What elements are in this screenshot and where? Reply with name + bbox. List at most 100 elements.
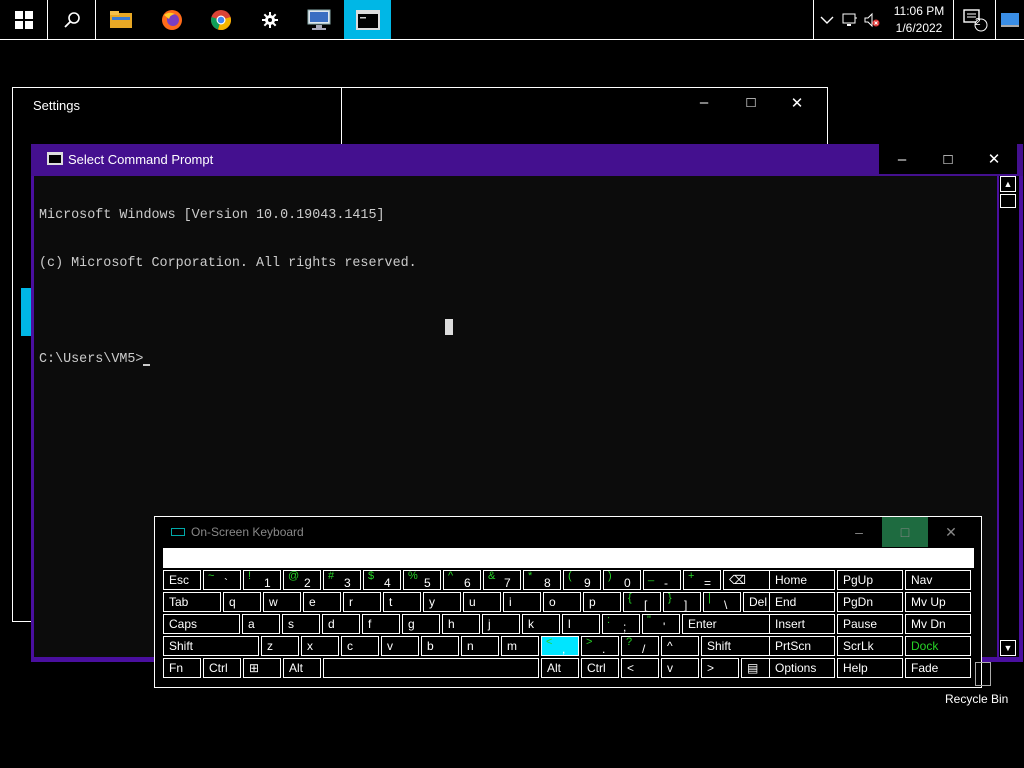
console-prompt-line[interactable]: C:\Users\VM5> <box>39 352 997 368</box>
osk-nav-key[interactable]: PrtScn <box>769 636 835 656</box>
osk-key[interactable]: i <box>503 592 541 612</box>
cmd-titlebar[interactable]: Select Command Prompt – □ ✕ <box>31 144 1023 176</box>
osk-key[interactable]: c <box>341 636 379 656</box>
osk-key[interactable]: y <box>423 592 461 612</box>
osk-nav-key[interactable]: Home <box>769 570 835 590</box>
osk-key[interactable]: l <box>562 614 600 634</box>
osk-key[interactable]: Shift <box>163 636 259 656</box>
osk-nav-key[interactable]: Options <box>769 658 835 678</box>
osk-nav-key[interactable]: Mv Dn <box>905 614 971 634</box>
osk-key[interactable]: n <box>461 636 499 656</box>
osk-key[interactable]: " ' <box>642 614 680 634</box>
osk-key[interactable]: {[ <box>623 592 661 612</box>
osk-key[interactable]: & 7 <box>483 570 521 590</box>
osk-key[interactable]: b <box>421 636 459 656</box>
osk-key[interactable]: z <box>261 636 299 656</box>
osk-key[interactable]: s <box>282 614 320 634</box>
osk-key[interactable]: ⊞ <box>243 658 281 678</box>
show-hidden-icons-button[interactable] <box>813 0 839 39</box>
osk-key[interactable]: Alt <box>541 658 579 678</box>
recycle-bin-icon[interactable] <box>975 662 991 686</box>
osk-minimize-button[interactable]: – <box>836 517 882 547</box>
chrome-button[interactable] <box>197 0 245 39</box>
osk-key[interactable]: ~ ` <box>203 570 241 590</box>
osk-nav-key[interactable]: Nav <box>905 570 971 590</box>
osk-key[interactable]: < <box>621 658 659 678</box>
osk-maximize-button[interactable]: □ <box>882 517 928 547</box>
on-screen-keyboard-window[interactable]: On-Screen Keyboard – □ ✕ Esc ~ `! 1 @2 #3 $4% 5… <box>154 516 982 688</box>
file-explorer-button[interactable] <box>97 0 145 39</box>
osk-nav-key[interactable]: End <box>769 592 835 612</box>
osk-key[interactable]: a <box>242 614 280 634</box>
osk-key[interactable]: v <box>381 636 419 656</box>
osk-nav-key[interactable]: Insert <box>769 614 835 634</box>
scroll-down-button[interactable]: ▼ <box>1000 640 1016 656</box>
osk-key[interactable]: ? / <box>621 636 659 656</box>
osk-nav-key[interactable]: PgUp <box>837 570 903 590</box>
osk-nav-key[interactable]: Dock <box>905 636 971 656</box>
osk-key[interactable] <box>323 658 539 678</box>
remote-desktop-button[interactable] <box>295 0 343 39</box>
osk-key[interactable]: }] <box>663 592 701 612</box>
osk-nav-key[interactable]: Pause <box>837 614 903 634</box>
volume-status[interactable] <box>861 0 883 39</box>
osk-key[interactable]: m <box>501 636 539 656</box>
osk-key[interactable]: >. <box>581 636 619 656</box>
osk-key[interactable]: t <box>383 592 421 612</box>
osk-nav-key[interactable]: ScrLk <box>837 636 903 656</box>
osk-close-button[interactable]: ✕ <box>928 517 974 547</box>
osk-key[interactable]: x <box>301 636 339 656</box>
network-status[interactable] <box>839 0 861 39</box>
settings-button[interactable] <box>246 0 294 39</box>
cmd-minimize-button[interactable]: – <box>879 144 925 174</box>
osk-key[interactable]: Tab <box>163 592 221 612</box>
cmd-scrollbar[interactable]: ▲ ▼ <box>999 176 1019 657</box>
osk-key[interactable]: ! 1 <box>243 570 281 590</box>
osk-key[interactable]: ) 0 <box>603 570 641 590</box>
osk-key[interactable]: f <box>362 614 400 634</box>
command-prompt-button[interactable] <box>344 0 391 39</box>
osk-key[interactable]: Esc <box>163 570 201 590</box>
clock[interactable]: 11:06 PM 1/6/2022 <box>886 0 952 39</box>
osk-key[interactable]: Ctrl <box>203 658 241 678</box>
osk-key[interactable]: ^ <box>661 636 699 656</box>
osk-nav-key[interactable]: PgDn <box>837 592 903 612</box>
osk-key[interactable]: g <box>402 614 440 634</box>
osk-key[interactable]: #3 <box>323 570 361 590</box>
osk-key[interactable]: o <box>543 592 581 612</box>
osk-key[interactable]: d <box>322 614 360 634</box>
recycle-bin-label[interactable]: Recycle Bin <box>945 692 1008 706</box>
osk-key[interactable]: e <box>303 592 341 612</box>
show-desktop-button[interactable] <box>995 0 1024 39</box>
cmd-maximize-button[interactable]: □ <box>925 144 971 174</box>
scroll-up-button[interactable]: ▲ <box>1000 176 1016 192</box>
osk-key[interactable]: % 5 <box>403 570 441 590</box>
osk-key[interactable]: :; <box>602 614 640 634</box>
osk-key[interactable]: p <box>583 592 621 612</box>
osk-nav-key[interactable]: Help <box>837 658 903 678</box>
action-center-button[interactable]: 2 <box>953 0 995 39</box>
osk-key[interactable]: Enter <box>682 614 778 634</box>
osk-key[interactable]: k <box>522 614 560 634</box>
osk-key[interactable]: Caps <box>163 614 240 634</box>
settings-maximize-button[interactable]: □ <box>740 94 762 114</box>
osk-key[interactable]: u <box>463 592 501 612</box>
osk-key[interactable]: Fn <box>163 658 201 678</box>
osk-key[interactable]: $4 <box>363 570 401 590</box>
osk-key[interactable]: > <box>701 658 739 678</box>
firefox-button[interactable] <box>148 0 196 39</box>
osk-key[interactable]: <, <box>541 636 579 656</box>
osk-key[interactable]: @2 <box>283 570 321 590</box>
osk-key[interactable]: _ - <box>643 570 681 590</box>
osk-key[interactable]: h <box>442 614 480 634</box>
osk-key[interactable]: w <box>263 592 301 612</box>
settings-close-button[interactable]: ✕ <box>786 94 808 114</box>
start-button[interactable] <box>0 0 48 39</box>
osk-nav-key[interactable]: Mv Up <box>905 592 971 612</box>
osk-key[interactable]: ^ 6 <box>443 570 481 590</box>
cmd-close-button[interactable]: ✕ <box>971 144 1017 174</box>
settings-minimize-button[interactable]: – <box>693 94 715 114</box>
osk-key[interactable]: v <box>661 658 699 678</box>
osk-key[interactable]: + = <box>683 570 721 590</box>
search-button[interactable] <box>48 0 96 39</box>
